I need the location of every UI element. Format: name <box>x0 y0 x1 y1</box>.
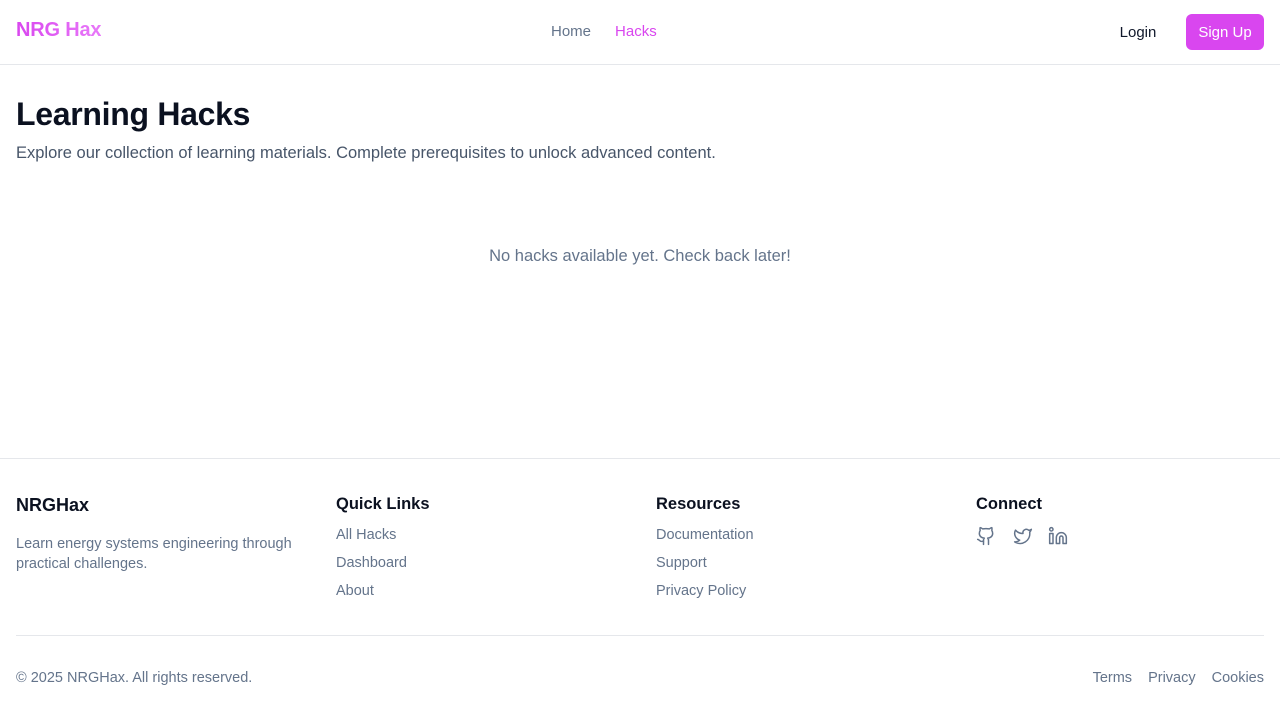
signup-button[interactable]: Sign Up <box>1186 14 1264 50</box>
brand-logo[interactable]: NRG Hax <box>16 19 101 42</box>
terms-link[interactable]: Terms <box>1093 670 1132 686</box>
footer-link-all-hacks[interactable]: All Hacks <box>336 526 430 544</box>
quick-links-heading: Quick Links <box>336 495 430 513</box>
footer-quick-links: Quick Links All Hacks Dashboard About <box>336 495 430 610</box>
connect-heading: Connect <box>976 495 1042 513</box>
footer-link-privacy-policy[interactable]: Privacy Policy <box>656 582 754 600</box>
footer-description: Learn energy systems engineering through… <box>16 536 292 572</box>
twitter-icon[interactable] <box>1012 526 1034 548</box>
footer-link-about[interactable]: About <box>336 582 430 600</box>
footer-divider <box>16 635 1264 636</box>
footer-link-dashboard[interactable]: Dashboard <box>336 554 430 572</box>
cookies-link[interactable]: Cookies <box>1212 670 1264 686</box>
legal-links: Terms Privacy Cookies <box>1093 670 1264 686</box>
github-icon[interactable] <box>976 526 998 548</box>
page-title: Learning Hacks <box>16 96 251 132</box>
main-nav: Home Hacks <box>551 23 657 41</box>
login-button[interactable]: Login <box>1106 14 1170 50</box>
social-icons <box>976 526 1070 548</box>
copyright-text: © 2025 NRGHax. All rights reserved. <box>16 670 253 686</box>
footer-connect: Connect <box>976 495 1070 548</box>
nav-hacks-link[interactable]: Hacks <box>615 23 657 41</box>
nav-home-link[interactable]: Home <box>551 23 591 41</box>
top-navbar: NRG Hax Home Hacks Login Sign Up <box>0 0 1280 65</box>
footer-link-documentation[interactable]: Documentation <box>656 526 754 544</box>
footer-brand-column: NRGHax Learn energy systems engineering … <box>16 495 316 574</box>
site-footer: NRGHax Learn energy systems engineering … <box>0 458 1280 720</box>
page-subtitle: Explore our collection of learning mater… <box>16 144 716 162</box>
footer-brand: NRGHax <box>16 495 90 515</box>
footer-link-support[interactable]: Support <box>656 554 754 572</box>
linkedin-icon[interactable] <box>1048 526 1070 548</box>
footer-resources: Resources Documentation Support Privacy … <box>656 495 754 610</box>
resources-heading: Resources <box>656 495 741 513</box>
privacy-link[interactable]: Privacy <box>1148 670 1196 686</box>
empty-state-message: No hacks available yet. Check back later… <box>489 247 791 265</box>
